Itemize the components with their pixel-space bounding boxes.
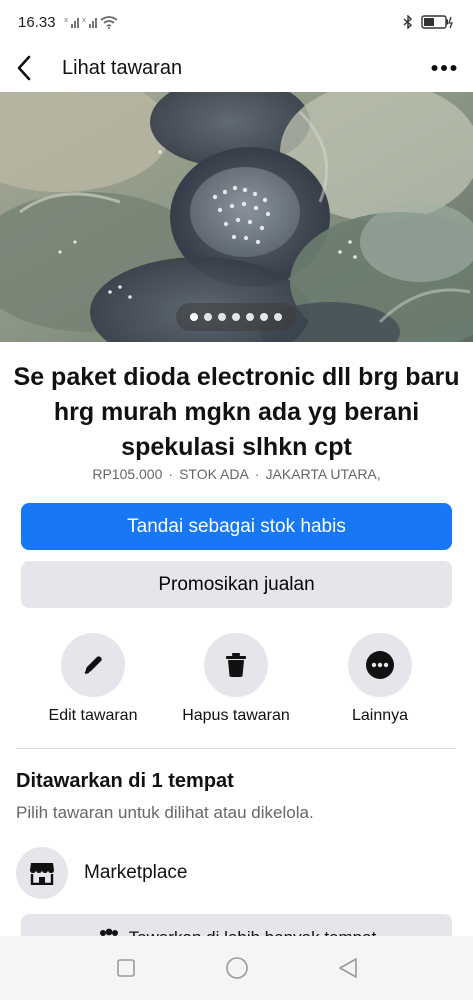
listing-location: JAKARTA UTARA, — [265, 466, 381, 482]
home-button[interactable] — [217, 948, 257, 988]
wifi-icon — [100, 15, 118, 29]
circle-icon — [225, 957, 248, 979]
pager-dot[interactable] — [190, 313, 198, 321]
bluetooth-icon — [403, 15, 413, 29]
delete-listing-label: Hapus tawaran — [182, 707, 290, 724]
meta-separator: · — [168, 466, 174, 482]
marketplace-icon-circle — [16, 847, 68, 899]
edit-listing-action[interactable]: Edit tawaran — [23, 633, 163, 725]
more-actions-action[interactable]: Lainnya — [310, 633, 450, 725]
mark-sold-button[interactable]: Tandai sebagai stok habis — [21, 503, 452, 550]
signal-x-icon: x — [82, 16, 97, 28]
back-nav-button[interactable] — [328, 948, 368, 988]
status-time: 16.33 — [18, 13, 56, 31]
promote-listing-button[interactable]: Promosikan jualan — [21, 561, 452, 608]
status-right — [403, 15, 455, 29]
listing-meta: RP105.000 · STOK ADA · JAKARTA UTARA, — [0, 466, 473, 482]
pencil-icon — [84, 656, 102, 674]
marketplace-row[interactable]: Marketplace — [16, 846, 188, 900]
more-options-button[interactable] — [417, 48, 457, 88]
page-title: Lihat tawaran — [62, 56, 183, 79]
meta-separator: · — [254, 466, 260, 482]
listing-title: Se paket dioda electronic dll brg baru h… — [13, 363, 460, 461]
trash-icon — [226, 653, 246, 677]
signal-x-icon: x — [64, 16, 79, 28]
pager-dot[interactable] — [274, 313, 282, 321]
back-button[interactable] — [16, 48, 48, 88]
listing-price: RP105.000 — [92, 466, 163, 482]
edit-listing-label: Edit tawaran — [48, 707, 138, 724]
pager-dot[interactable] — [246, 313, 254, 321]
svg-text:x: x — [64, 16, 68, 24]
more-horizontal-icon — [431, 65, 457, 71]
storefront-icon — [30, 863, 54, 885]
more-circle[interactable] — [348, 633, 412, 697]
status-bar: 16.33 x x — [0, 0, 473, 44]
svg-text:x: x — [82, 16, 86, 24]
more-circle-icon — [366, 651, 394, 679]
pager-dot[interactable] — [232, 313, 240, 321]
delete-circle[interactable] — [204, 633, 268, 697]
divider — [16, 748, 456, 749]
square-icon — [116, 959, 135, 977]
edit-circle[interactable] — [61, 633, 125, 697]
listing-actions: Edit tawaran Hapus tawaran Lainnya — [0, 633, 473, 733]
triangle-back-icon — [338, 958, 357, 978]
back-arrow-icon — [17, 55, 31, 81]
more-actions-label: Lainnya — [351, 707, 409, 724]
delete-listing-action[interactable]: Hapus tawaran — [166, 633, 306, 725]
photo-pager[interactable] — [176, 303, 296, 331]
app-bar: Lihat tawaran — [0, 44, 473, 92]
status-signal-icons: x x — [64, 15, 118, 29]
listing-stock: STOK ADA — [179, 466, 249, 482]
marketplace-label: Marketplace — [84, 862, 188, 883]
offered-section-title: Ditawarkan di 1 tempat — [16, 770, 234, 792]
pager-dot[interactable] — [260, 313, 268, 321]
offered-section-subtitle: Pilih tawaran untuk dilihat atau dikelol… — [16, 803, 314, 822]
pager-dot[interactable] — [218, 313, 226, 321]
pager-dot[interactable] — [204, 313, 212, 321]
system-nav-bar — [0, 936, 473, 1000]
battery-icon — [421, 15, 453, 29]
recent-apps-button[interactable] — [106, 948, 146, 988]
